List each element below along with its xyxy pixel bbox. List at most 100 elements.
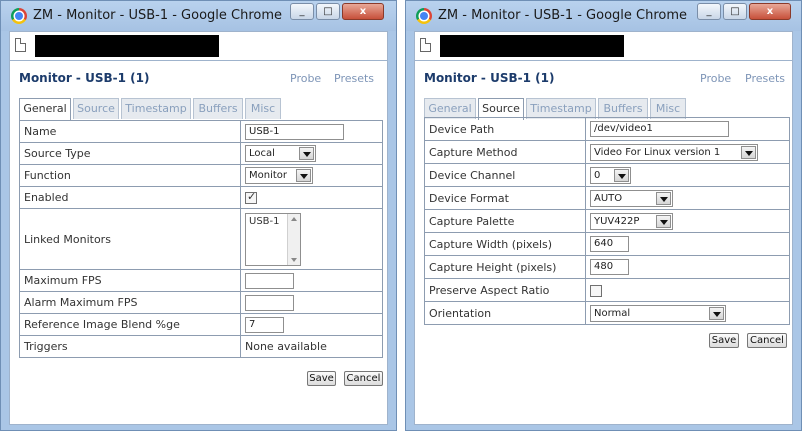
capture-height-cell: 480 [585, 255, 790, 279]
preserve-aspect-label: Preserve Aspect Ratio [424, 278, 586, 302]
capture-height-input[interactable]: 480 [590, 259, 629, 275]
preserve-aspect-checkbox[interactable] [590, 284, 602, 297]
table-row: Capture Height (pixels) 480 [424, 255, 790, 279]
device-format-select[interactable]: AUTO [590, 189, 673, 207]
maximize-button[interactable]: □ [723, 3, 747, 20]
capture-height-label: Capture Height (pixels) [424, 255, 586, 279]
alarm-max-fps-label: Alarm Maximum FPS [19, 291, 241, 314]
close-button[interactable]: x [749, 3, 791, 20]
close-button[interactable]: x [342, 3, 384, 20]
table-row: Capture Width (pixels) 640 [424, 232, 790, 256]
tab-timestamp[interactable]: Timestamp [526, 98, 596, 119]
window-gap [397, 0, 405, 431]
probe-link[interactable]: Probe [700, 72, 731, 85]
device-format-label: Device Format [424, 186, 586, 210]
ref-blend-input[interactable]: 7 [245, 316, 284, 333]
device-path-input[interactable]: /dev/video1 [590, 121, 729, 137]
page-icon [15, 38, 26, 52]
tab-misc[interactable]: Misc [245, 98, 281, 119]
probe-link[interactable]: Probe [290, 72, 321, 85]
table-row: Device Format AUTO [424, 186, 790, 210]
chevron-down-icon [709, 306, 724, 320]
table-row: Triggers None available [19, 335, 383, 358]
max-fps-input[interactable] [245, 272, 294, 289]
redacted-url [440, 35, 624, 57]
presets-link[interactable]: Presets [745, 72, 785, 85]
capture-palette-value: YUV422P [594, 215, 640, 227]
capture-palette-select[interactable]: YUV422P [590, 212, 673, 230]
table-row: Source Type Local [19, 142, 383, 165]
source-type-select[interactable]: Local [245, 145, 316, 162]
name-input[interactable]: USB-1 [245, 123, 344, 140]
table-row: Device Path /dev/video1 [424, 117, 790, 141]
table-row: Reference Image Blend %ge 7 [19, 313, 383, 336]
monitor-title: Monitor - USB-1 (1) [424, 71, 555, 85]
enabled-label: Enabled [19, 186, 241, 209]
listbox-scrollbar[interactable] [287, 213, 300, 265]
save-button[interactable]: Save [307, 371, 336, 386]
right-window-title: ZM - Monitor - USB-1 - Google Chrome [438, 8, 688, 23]
left-address-bar[interactable] [9, 31, 388, 61]
device-channel-label: Device Channel [424, 163, 586, 187]
ref-blend-cell: 7 [240, 313, 383, 336]
redacted-url [35, 35, 219, 57]
device-format-value: AUTO [594, 192, 623, 204]
right-address-bar[interactable] [414, 31, 793, 61]
enabled-checkbox[interactable] [245, 190, 257, 204]
function-select[interactable]: Monitor [245, 167, 313, 184]
save-button[interactable]: Save [709, 333, 739, 348]
linked-monitors-cell: USB-1 [240, 208, 383, 270]
capture-width-input[interactable]: 640 [590, 236, 629, 252]
device-channel-cell: 0 [585, 163, 790, 187]
max-fps-label: Maximum FPS [19, 269, 241, 292]
chevron-down-icon [741, 145, 756, 159]
capture-method-label: Capture Method [424, 140, 586, 164]
chevron-down-icon [656, 191, 671, 205]
linked-monitors-listbox[interactable]: USB-1 [245, 212, 301, 266]
name-cell: USB-1 [240, 120, 383, 143]
minimize-button[interactable]: _ [290, 3, 314, 20]
scroll-down-icon[interactable] [291, 257, 297, 262]
presets-link[interactable]: Presets [334, 72, 374, 85]
table-row: Capture Method Video For Linux version 1 [424, 140, 790, 164]
maximize-button[interactable]: □ [316, 3, 340, 20]
monitor-title: Monitor - USB-1 (1) [19, 71, 150, 85]
list-item[interactable]: USB-1 [249, 216, 280, 227]
orientation-select[interactable]: Normal [590, 304, 726, 322]
enabled-cell [240, 186, 383, 209]
scroll-up-icon[interactable] [291, 216, 297, 221]
orientation-cell: Normal [585, 301, 790, 325]
minimize-button[interactable]: _ [697, 3, 721, 20]
cancel-button[interactable]: Cancel [747, 333, 787, 348]
device-path-label: Device Path [424, 117, 586, 141]
chrome-icon [416, 8, 432, 24]
cancel-button[interactable]: Cancel [344, 371, 383, 386]
table-row: Name USB-1 [19, 120, 383, 143]
table-row: Device Channel 0 [424, 163, 790, 187]
tab-buffers[interactable]: Buffers [193, 98, 243, 119]
capture-method-value: Video For Linux version 1 [594, 146, 721, 158]
tab-timestamp[interactable]: Timestamp [121, 98, 191, 119]
page-icon [420, 38, 431, 52]
chevron-down-icon [299, 147, 314, 160]
capture-method-select[interactable]: Video For Linux version 1 [590, 143, 758, 161]
tab-general[interactable]: General [424, 98, 476, 119]
function-label: Function [19, 164, 241, 187]
left-window-titlebar[interactable]: ZM - Monitor - USB-1 - Google Chrome _ □… [1, 1, 396, 31]
ref-blend-label: Reference Image Blend %ge [19, 313, 241, 336]
table-row: Function Monitor [19, 164, 383, 187]
device-channel-select[interactable]: 0 [590, 166, 631, 184]
right-window-titlebar[interactable]: ZM - Monitor - USB-1 - Google Chrome _ □… [406, 1, 801, 31]
tab-general[interactable]: General [19, 98, 71, 120]
triggers-value: None available [240, 335, 383, 358]
tab-source[interactable]: Source [73, 98, 119, 119]
tab-buffers[interactable]: Buffers [598, 98, 648, 119]
left-browser-window: ZM - Monitor - USB-1 - Google Chrome _ □… [0, 0, 397, 431]
source-type-cell: Local [240, 142, 383, 165]
alarm-max-fps-input[interactable] [245, 294, 294, 311]
chevron-down-icon [614, 168, 629, 182]
function-cell: Monitor [240, 164, 383, 187]
max-fps-cell [240, 269, 383, 292]
general-settings-table: Name USB-1 Source Type Local Function Mo… [19, 120, 383, 358]
tab-misc[interactable]: Misc [650, 98, 686, 119]
